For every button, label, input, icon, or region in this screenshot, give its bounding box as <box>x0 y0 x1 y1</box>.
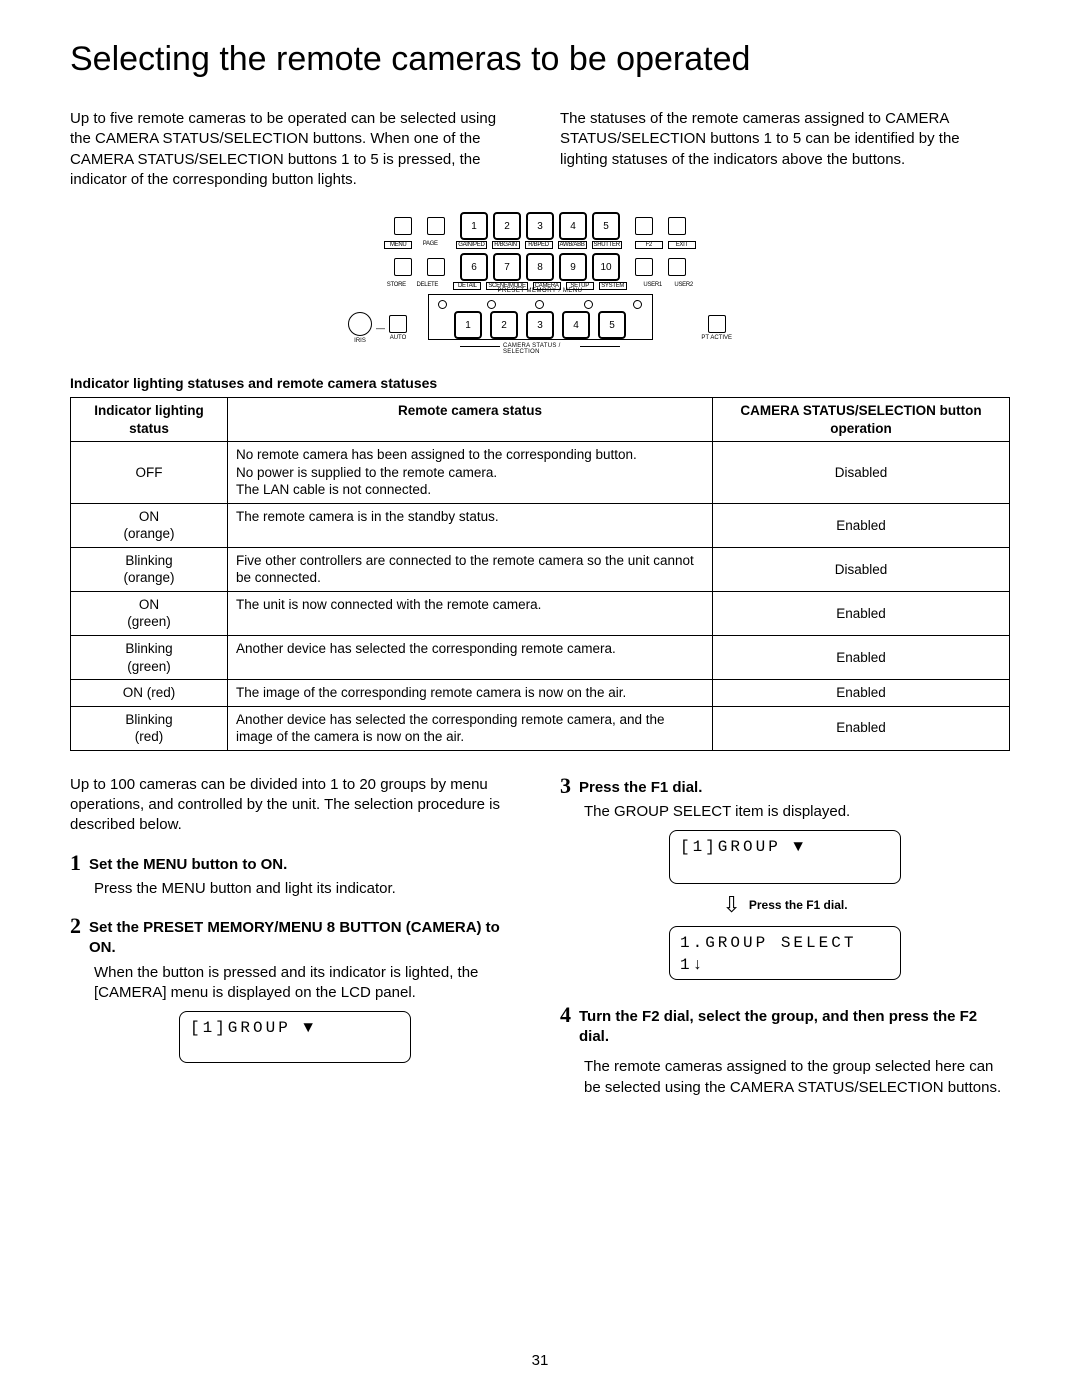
table-heading: Indicator lighting statuses and remote c… <box>70 375 1010 391</box>
intro-left: Up to five remote cameras to be operated… <box>70 109 520 190</box>
step-2-title: Set the PRESET MEMORY/MENU 8 BUTTON (CAM… <box>89 918 520 959</box>
left-col-intro: Up to 100 cameras can be divided into 1 … <box>70 775 520 836</box>
step-1-body: Press the MENU button and light its indi… <box>94 879 520 899</box>
down-arrow-icon: ⇩ <box>722 890 740 920</box>
page-title: Selecting the remote cameras to be opera… <box>70 40 1010 79</box>
flow-label: Press the F1 dial. <box>749 897 848 913</box>
intro-right: The statuses of the remote cameras assig… <box>560 109 1010 190</box>
status-table: Indicator lighting statusRemote camera s… <box>70 397 1010 751</box>
step-4-title: Turn the F2 dial, select the group, and … <box>579 1007 1010 1048</box>
lcd-display-1: [1]GROUP ▼ <box>179 1011 411 1063</box>
step-4-body: The remote cameras assigned to the group… <box>584 1057 1010 1098</box>
step-1-title: Set the MENU button to ON. <box>89 855 287 875</box>
step-3-body: The GROUP SELECT item is displayed. <box>584 802 1010 822</box>
step-2-body: When the button is pressed and its indic… <box>94 963 520 1004</box>
page-number: 31 <box>532 1352 549 1369</box>
lcd-flow-top: [1]GROUP ▼ <box>669 830 901 884</box>
controller-diagram: 12345 MENUPAGE GAIN/PEDR/BGAINR/BPEDAWB/… <box>340 212 740 347</box>
lcd-flow-bottom: 1.GROUP SELECT 1↓ <box>669 926 901 980</box>
step-3-title: Press the F1 dial. <box>579 778 702 798</box>
